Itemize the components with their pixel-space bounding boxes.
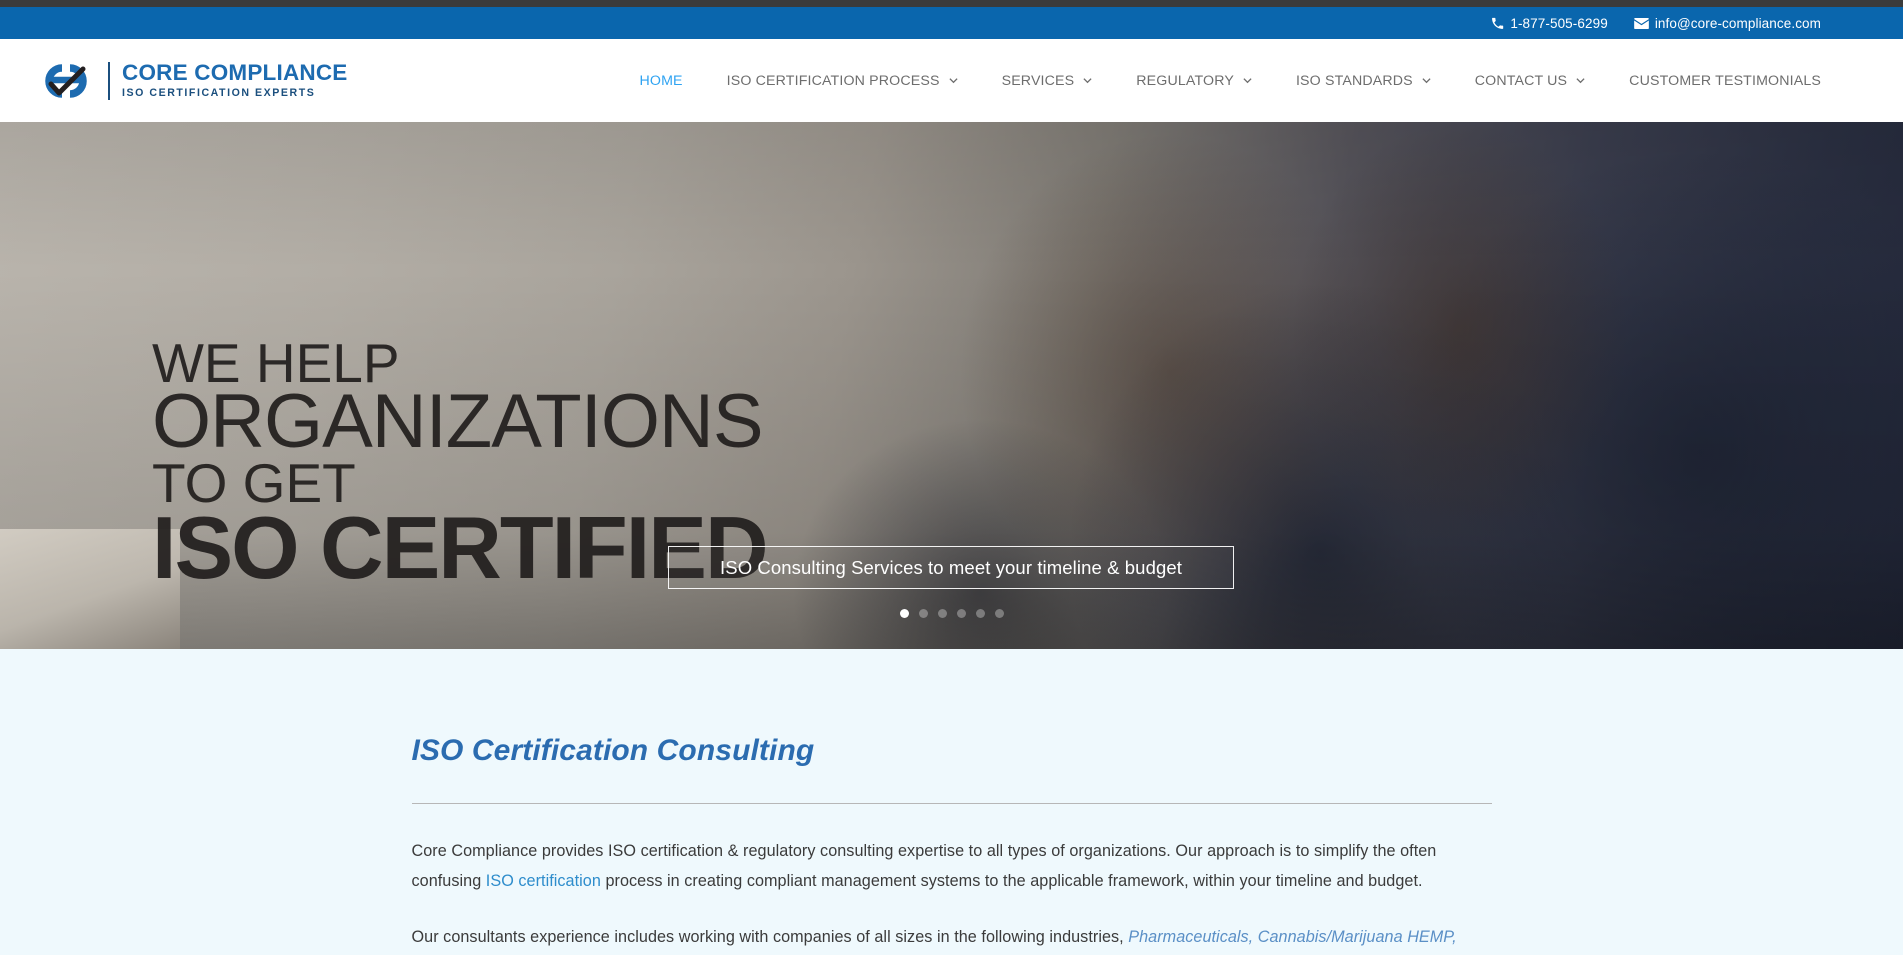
- hero-slider-dot-5[interactable]: [975, 609, 985, 618]
- nav-item-services[interactable]: SERVICES: [1002, 73, 1093, 89]
- logo-title: CORE COMPLIANCE: [122, 59, 348, 85]
- nav-label: CUSTOMER TESTIMONIALS: [1629, 72, 1821, 89]
- nav-label: REGULATORY: [1136, 72, 1234, 89]
- paragraph-1-text-after-link: process in creating compliant management…: [600, 871, 1423, 890]
- content-section: ISO Certification Consulting Core Compli…: [0, 649, 1903, 955]
- core-compliance-logo-icon: [38, 58, 94, 104]
- logo-subtitle: ISO CERTIFICATION EXPERTS: [122, 87, 316, 100]
- logo-divider: [108, 61, 110, 100]
- nav-label: ISO CERTIFICATION PROCESS: [726, 72, 940, 89]
- hero-cta-button[interactable]: ISO Consulting Services to meet your tim…: [668, 546, 1234, 589]
- hero-cta-label: ISO Consulting Services to meet your tim…: [720, 556, 1182, 578]
- chevron-down-icon: [949, 76, 958, 85]
- site-logo[interactable]: CORE COMPLIANCE ISO CERTIFICATION EXPERT…: [38, 58, 348, 104]
- hero-headline-line-2: ORGANIZATIONS: [152, 378, 764, 464]
- hero-slider-dot-4[interactable]: [956, 609, 966, 618]
- nav-item-regulatory[interactable]: REGULATORY: [1136, 73, 1252, 89]
- hero-slider-dot-2[interactable]: [918, 609, 928, 618]
- section-divider: [411, 803, 1492, 804]
- email-link[interactable]: info@core-compliance.com: [1633, 15, 1821, 31]
- paragraph-2-text-before-link: Our consultants experience includes work…: [411, 927, 1129, 946]
- envelope-icon: [1633, 17, 1649, 29]
- chevron-down-icon: [1422, 76, 1431, 85]
- nav-item-home[interactable]: HOME: [639, 73, 682, 89]
- hero-slider-dot-3[interactable]: [937, 609, 947, 618]
- hero-slider-dot-1[interactable]: [899, 609, 909, 618]
- chevron-down-icon: [1243, 76, 1252, 85]
- hero-slider: WE HELP ORGANIZATIONS TO GET ISO CERTIFI…: [0, 122, 1903, 649]
- intro-paragraph-1: Core Compliance provides ISO certificati…: [412, 837, 1492, 897]
- phone-link[interactable]: 1-877-505-6299: [1491, 15, 1608, 31]
- nav-item-iso-certification-process[interactable]: ISO CERTIFICATION PROCESS: [727, 73, 958, 89]
- iso-certification-link[interactable]: ISO certification: [486, 872, 601, 890]
- hero-slider-dot-6[interactable]: [994, 609, 1004, 618]
- nav-label: CONTACT US: [1474, 72, 1568, 89]
- phone-icon: [1491, 17, 1504, 30]
- top-contact-bar: 1-877-505-6299 info@core-compliance.com: [0, 7, 1903, 39]
- email-address: info@core-compliance.com: [1654, 15, 1821, 31]
- main-navigation: HOME ISO CERTIFICATION PROCESS SERVICES …: [639, 73, 1821, 89]
- hero-slider-dots: [0, 609, 1903, 618]
- intro-paragraph-2: Our consultants experience includes work…: [412, 923, 1492, 955]
- site-header: CORE COMPLIANCE ISO CERTIFICATION EXPERT…: [0, 39, 1903, 122]
- page-title: ISO Certification Consulting: [411, 734, 815, 767]
- nav-item-iso-standards[interactable]: ISO STANDARDS: [1296, 73, 1431, 89]
- chevron-down-icon: [1083, 76, 1092, 85]
- nav-label: HOME: [639, 72, 683, 89]
- browser-chrome-strip: [0, 0, 1903, 7]
- nav-label: ISO STANDARDS: [1295, 72, 1413, 89]
- nav-label: SERVICES: [1001, 72, 1075, 89]
- nav-item-contact-us[interactable]: CONTACT US: [1475, 73, 1585, 89]
- phone-number: 1-877-505-6299: [1510, 15, 1608, 31]
- chevron-down-icon: [1576, 76, 1585, 85]
- nav-item-customer-testimonials[interactable]: CUSTOMER TESTIMONIALS: [1629, 73, 1821, 89]
